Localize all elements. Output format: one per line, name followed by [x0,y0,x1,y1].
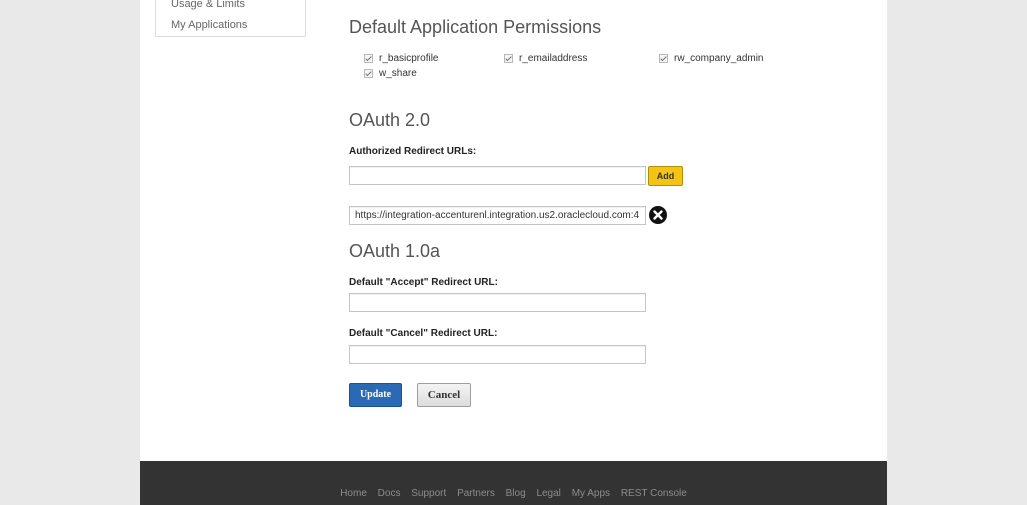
redirect-url-input[interactable] [349,166,646,185]
permission-label: w_share [379,67,417,79]
redirect-urls-label: Authorized Redirect URLs: [349,146,477,157]
permission-rw-company-admin[interactable]: rw_company_admin [659,51,764,65]
footer: Home Docs Support Partners Blog Legal My… [140,461,887,505]
permission-r-basicprofile[interactable]: r_basicprofile [364,51,438,65]
footer-link-legal[interactable]: Legal [536,488,560,499]
permission-label: rw_company_admin [674,52,764,64]
permissions-heading: Default Application Permissions [349,17,602,37]
permission-label: r_basicprofile [379,52,439,64]
footer-link-my-apps[interactable]: My Apps [572,488,610,499]
permission-w-share[interactable]: w_share [364,66,417,80]
main-content: Usage & Limits My Applications Default A… [140,0,887,461]
permission-checkbox[interactable] [659,53,668,63]
permission-label: r_emailaddress [519,52,588,64]
footer-link-home[interactable]: Home [340,488,367,499]
oauth2-heading: OAuth 2.0 [349,110,431,130]
update-button[interactable]: Update [349,383,402,407]
oauth1-heading: OAuth 1.0a [349,241,441,261]
footer-link-support[interactable]: Support [411,488,446,499]
cancel-redirect-url-input[interactable] [349,345,646,364]
permission-r-emailaddress[interactable]: r_emailaddress [504,51,587,65]
sidebar-nav: Usage & Limits My Applications [155,0,306,37]
footer-link-docs[interactable]: Docs [378,488,401,499]
footer-link-partners[interactable]: Partners [457,488,495,499]
add-redirect-url-button[interactable]: Add [648,166,683,186]
footer-link-rest-console[interactable]: REST Console [621,488,687,499]
permission-checkbox[interactable] [364,53,373,63]
footer-links: Home Docs Support Partners Blog Legal My… [140,488,887,499]
sidebar-item-usage-limits[interactable]: Usage & Limits [156,0,305,15]
accept-redirect-label: Default "Accept" Redirect URL: [349,277,498,288]
sidebar-item-my-applications[interactable]: My Applications [156,15,305,36]
accept-redirect-url-input[interactable] [349,293,646,312]
permission-checkbox[interactable] [364,68,373,78]
existing-redirect-url-field[interactable]: https://integration-accenturenl.integrat… [349,206,646,225]
permission-checkbox[interactable] [504,53,513,63]
cancel-button[interactable]: Cancel [417,383,471,407]
footer-link-blog[interactable]: Blog [506,488,526,499]
cancel-redirect-label: Default "Cancel" Redirect URL: [349,328,498,339]
remove-url-icon[interactable] [649,206,667,224]
